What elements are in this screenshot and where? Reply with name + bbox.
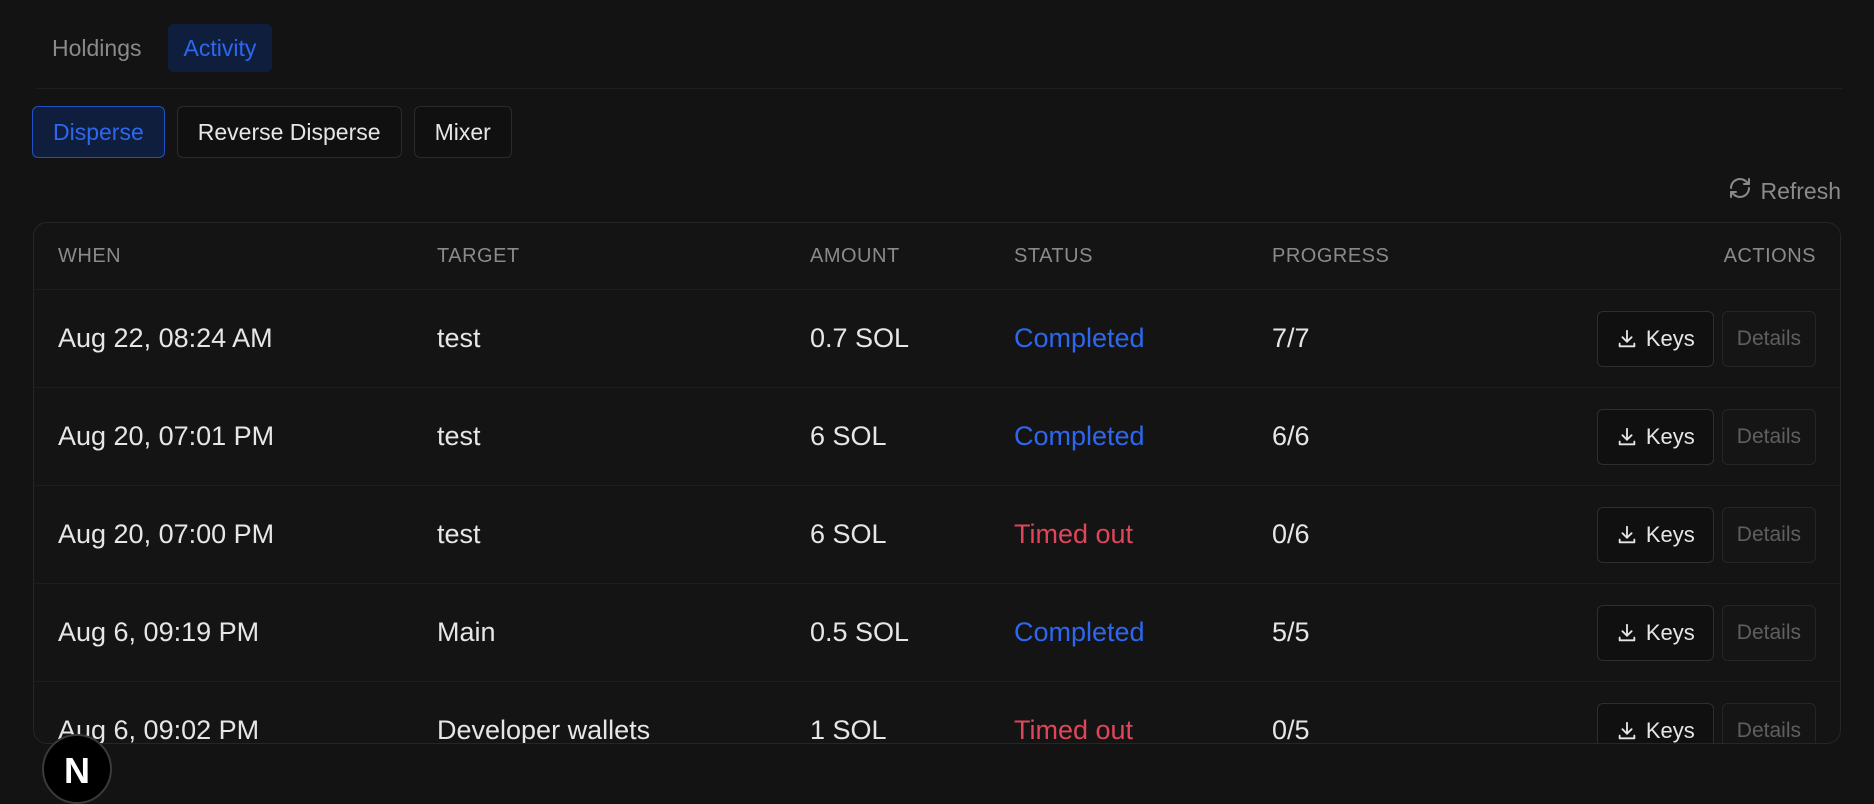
col-header-status: STATUS	[1014, 244, 1093, 267]
keys-label: Keys	[1645, 521, 1695, 547]
main-tabs: Holdings Activity	[36, 24, 273, 72]
download-icon	[1618, 623, 1636, 641]
col-header-actions: ACTIONS	[1723, 244, 1816, 267]
keys-button[interactable]: Keys	[1596, 702, 1714, 743]
table-header: WHEN TARGET AMOUNT STATUS PROGRESS ACTIO…	[34, 223, 1840, 290]
status-badge: Timed out	[1014, 519, 1134, 549]
status-badge: Timed out	[1014, 715, 1134, 744]
cell-when: Aug 20, 07:01 PM	[58, 421, 275, 451]
status-badge: Completed	[1014, 323, 1145, 353]
cell-amount: 6 SOL	[810, 421, 887, 451]
cell-amount: 1 SOL	[810, 715, 887, 744]
sub-tabs: Disperse Reverse Disperse Mixer	[32, 106, 512, 158]
keys-label: Keys	[1645, 717, 1695, 743]
cell-when: Aug 20, 07:00 PM	[58, 519, 275, 549]
keys-button[interactable]: Keys	[1596, 506, 1714, 563]
table-row: Aug 20, 07:01 PM test 6 SOL Completed 6/…	[34, 388, 1840, 486]
refresh-button[interactable]: Refresh	[1728, 176, 1841, 206]
keys-label: Keys	[1645, 619, 1695, 645]
download-icon	[1618, 525, 1636, 543]
cell-progress: 5/5	[1272, 617, 1310, 647]
cell-target: test	[437, 519, 481, 549]
app-badge[interactable]: N	[42, 734, 112, 804]
cell-target: test	[437, 323, 481, 353]
table-row: Aug 20, 07:00 PM test 6 SOL Timed out 0/…	[34, 486, 1840, 584]
tab-holdings[interactable]: Holdings	[36, 24, 158, 72]
keys-label: Keys	[1645, 325, 1695, 351]
row-actions: Keys Details	[1596, 310, 1816, 367]
keys-label: Keys	[1645, 423, 1695, 449]
col-header-amount: AMOUNT	[810, 244, 900, 267]
details-button[interactable]: Details	[1721, 604, 1816, 661]
cell-amount: 0.5 SOL	[810, 617, 910, 647]
keys-button[interactable]: Keys	[1596, 310, 1714, 367]
details-button[interactable]: Details	[1721, 506, 1816, 563]
row-actions: Keys Details	[1596, 604, 1816, 661]
cell-progress: 7/7	[1272, 323, 1310, 353]
tabs-divider	[36, 88, 1842, 89]
activity-table: WHEN TARGET AMOUNT STATUS PROGRESS ACTIO…	[33, 222, 1841, 744]
refresh-label: Refresh	[1760, 177, 1841, 204]
cell-target: test	[437, 421, 481, 451]
cell-progress: 0/6	[1272, 519, 1310, 549]
keys-button[interactable]: Keys	[1596, 604, 1714, 661]
cell-target: Developer wallets	[437, 715, 651, 744]
download-icon	[1618, 721, 1636, 739]
row-actions: Keys Details	[1596, 408, 1816, 465]
tab-activity[interactable]: Activity	[167, 24, 273, 72]
table-row: Aug 22, 08:24 AM test 0.7 SOL Completed …	[34, 290, 1840, 388]
keys-button[interactable]: Keys	[1596, 408, 1714, 465]
col-header-when: WHEN	[58, 244, 122, 267]
details-button[interactable]: Details	[1721, 310, 1816, 367]
col-header-target: TARGET	[437, 244, 520, 267]
subtab-reverse-disperse[interactable]: Reverse Disperse	[176, 106, 402, 158]
refresh-icon	[1728, 176, 1752, 206]
cell-amount: 0.7 SOL	[810, 323, 910, 353]
details-button[interactable]: Details	[1721, 702, 1816, 743]
cell-progress: 0/5	[1272, 715, 1310, 744]
status-badge: Completed	[1014, 421, 1145, 451]
download-icon	[1618, 427, 1636, 445]
cell-progress: 6/6	[1272, 421, 1310, 451]
row-actions: Keys Details	[1596, 702, 1816, 743]
table-row: Aug 6, 09:19 PM Main 0.5 SOL Completed 5…	[34, 584, 1840, 682]
cell-amount: 6 SOL	[810, 519, 887, 549]
download-icon	[1618, 329, 1636, 347]
status-badge: Completed	[1014, 617, 1145, 647]
col-header-progress: PROGRESS	[1272, 244, 1390, 267]
details-button[interactable]: Details	[1721, 408, 1816, 465]
cell-when: Aug 6, 09:19 PM	[58, 617, 260, 647]
subtab-disperse[interactable]: Disperse	[32, 106, 165, 158]
cell-target: Main	[437, 617, 496, 647]
row-actions: Keys Details	[1596, 506, 1816, 563]
cell-when: Aug 22, 08:24 AM	[58, 323, 273, 353]
subtab-mixer[interactable]: Mixer	[413, 106, 512, 158]
table-row: Aug 6, 09:02 PM Developer wallets 1 SOL …	[34, 682, 1840, 744]
